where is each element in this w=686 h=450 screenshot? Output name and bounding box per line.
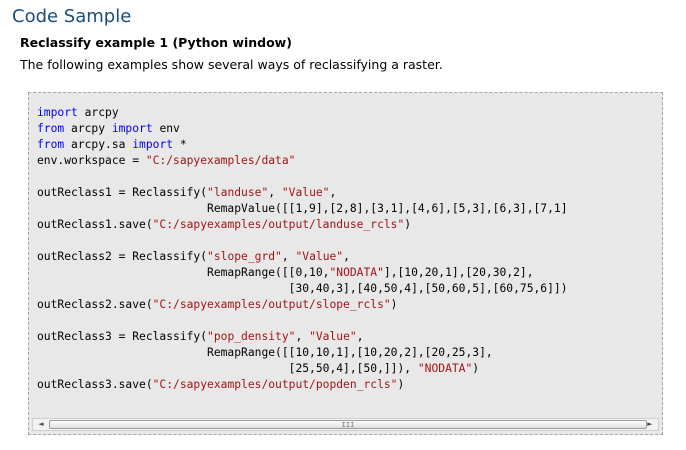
- code-keyword: import: [111, 122, 153, 135]
- code-line: from arcpy.sa import *: [37, 138, 187, 151]
- code-line: RemapRange([[10,10,1],[10,20,2],[20,25,3…: [37, 346, 493, 359]
- code-string: "pop_density": [207, 330, 296, 343]
- code-line: RemapValue([[1,9],[2,8],[3,1],[4,6],[5,3…: [37, 202, 568, 215]
- code-string: "C:/sapyexamples/output/popden_rcls": [152, 378, 398, 391]
- section-title: Code Sample: [12, 6, 132, 27]
- code-text: RemapValue([[1,9],[2,8],[3,1],[4,6],[5,3…: [37, 202, 568, 215]
- scroll-right-icon[interactable]: ►: [643, 419, 657, 430]
- code-string: "Value": [281, 186, 330, 199]
- code-string: "C:/sapyexamples/data": [145, 154, 296, 167]
- code-text: outReclass1 = Reclassify(: [37, 186, 208, 199]
- code-text: env: [152, 122, 180, 135]
- code-listing: import arcpy from arcpy import env from …: [37, 105, 568, 393]
- code-text: env.workspace =: [37, 154, 146, 167]
- intro-text: The following examples show several ways…: [20, 57, 443, 72]
- code-text: outReclass3.save(: [37, 378, 153, 391]
- horizontal-scrollbar[interactable]: ◄ III ►: [32, 418, 659, 431]
- code-text: *: [173, 138, 187, 151]
- code-string: "Value": [295, 250, 344, 263]
- code-text: [25,50,4],[50,]]),: [37, 362, 418, 375]
- code-string: "slope_grd": [207, 250, 282, 263]
- scrollbar-thumb[interactable]: III: [49, 420, 647, 429]
- code-line: RemapRange([[0,10,"NODATA"],[10,20,1],[2…: [37, 266, 534, 279]
- code-text: [30,40,3],[40,50,4],[50,60,5],[60,75,6]]…: [37, 282, 568, 295]
- code-keyword: from: [37, 122, 65, 135]
- code-line: [25,50,4],[50,]]), "NODATA"): [37, 362, 479, 375]
- code-line: env.workspace = "C:/sapyexamples/data": [37, 154, 295, 167]
- code-text: arcpy: [77, 106, 119, 119]
- code-line: outReclass1.save("C:/sapyexamples/output…: [37, 218, 411, 231]
- code-keyword: from: [37, 138, 65, 151]
- code-text: ,: [356, 330, 364, 343]
- code-text: RemapRange([[10,10,1],[10,20,2],[20,25,3…: [37, 346, 493, 359]
- code-string: "NODATA": [329, 266, 384, 279]
- code-line: outReclass2 = Reclassify("slope_grd", "V…: [37, 250, 350, 263]
- example-title: Reclassify example 1 (Python window): [20, 35, 292, 50]
- code-line: outReclass1 = Reclassify("landuse", "Val…: [37, 186, 336, 199]
- code-viewport: import arcpy from arcpy import env from …: [29, 93, 662, 418]
- code-line: outReclass3.save("C:/sapyexamples/output…: [37, 378, 404, 391]
- code-keyword: import: [37, 106, 78, 119]
- code-text: ): [404, 218, 412, 231]
- code-text: arcpy: [64, 122, 112, 135]
- code-keyword: import: [132, 138, 174, 151]
- code-text: ): [472, 362, 480, 375]
- code-text: outReclass3 = Reclassify(: [37, 330, 208, 343]
- code-text: ): [397, 378, 405, 391]
- code-line: [30,40,3],[40,50,4],[50,60,5],[60,75,6]]…: [37, 282, 568, 295]
- code-text: ): [390, 298, 398, 311]
- grip-icon: III: [341, 421, 355, 429]
- code-line: outReclass3 = Reclassify("pop_density", …: [37, 330, 364, 343]
- code-text: ,: [268, 186, 282, 199]
- code-text: outReclass1.save(: [37, 218, 153, 231]
- code-line: outReclass2.save("C:/sapyexamples/output…: [37, 298, 397, 311]
- code-text: ,: [295, 330, 310, 343]
- code-text: ,: [281, 250, 296, 263]
- code-string: "C:/sapyexamples/output/slope_rcls": [152, 298, 391, 311]
- code-string: "C:/sapyexamples/output/landuse_rcls": [152, 218, 405, 231]
- code-line: from arcpy import env: [37, 122, 180, 135]
- code-text: arcpy.sa: [64, 138, 133, 151]
- code-block: import arcpy from arcpy import env from …: [28, 92, 663, 435]
- code-line: import arcpy: [37, 106, 119, 119]
- code-string: "NODATA": [417, 362, 473, 375]
- code-text: RemapRange([[0,10,: [37, 266, 330, 279]
- code-string: "Value": [309, 330, 357, 343]
- scroll-left-icon[interactable]: ◄: [34, 419, 48, 430]
- code-text: outReclass2.save(: [37, 298, 153, 311]
- code-text: ,: [343, 250, 350, 263]
- code-text: outReclass2 = Reclassify(: [37, 250, 208, 263]
- code-text: ,: [329, 186, 337, 199]
- code-text: ],[10,20,1],[20,30,2],: [383, 266, 534, 279]
- code-string: "landuse": [207, 186, 269, 199]
